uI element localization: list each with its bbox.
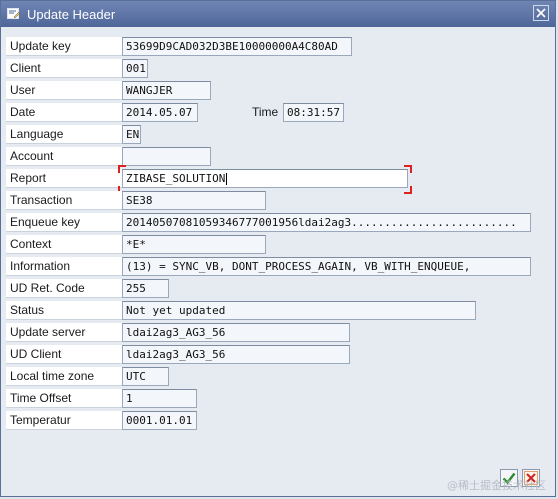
report-value: ZIBASE_SOLUTION — [126, 172, 226, 185]
label-account: Account — [6, 147, 123, 166]
label-ud-ret-code: UD Ret. Code — [6, 279, 123, 298]
label-report: Report — [6, 169, 123, 188]
information-field[interactable]: (13) = SYNC_VB, DONT_PROCESS_AGAIN, VB_W… — [122, 257, 531, 276]
label-update-server: Update server — [6, 323, 123, 342]
label-context: Context — [6, 235, 123, 254]
label-language: Language — [6, 125, 123, 144]
focus-corner-tl — [118, 165, 126, 173]
update-server-field[interactable]: ldai2ag3_AG3_56 — [122, 323, 350, 342]
window-title: Update Header — [27, 6, 116, 22]
time-field[interactable]: 08:31:57 — [283, 103, 344, 122]
date-field[interactable]: 2014.05.07 — [122, 103, 198, 122]
client-field[interactable]: 001 — [122, 59, 148, 78]
label-time: Time — [252, 105, 279, 119]
status-field[interactable]: Not yet updated — [122, 301, 476, 320]
enqueue-key-field[interactable]: 20140507081059346777001956ldai2ag3......… — [122, 213, 531, 232]
close-window-button[interactable] — [533, 5, 549, 21]
form-area: Update key 53699D9CAD032D3BE10000000A4C8… — [4, 29, 553, 469]
language-field[interactable]: EN — [122, 125, 141, 144]
ud-client-field[interactable]: ldai2ag3_AG3_56 — [122, 345, 350, 364]
label-status: Status — [6, 301, 123, 320]
label-enqueue-key: Enqueue key — [6, 213, 123, 232]
update-key-field[interactable]: 53699D9CAD032D3BE10000000A4C80AD — [122, 37, 352, 56]
label-client: Client — [6, 59, 123, 78]
account-field[interactable] — [122, 147, 211, 166]
text-cursor — [226, 173, 228, 185]
ud-ret-code-field[interactable]: 255 — [122, 279, 169, 298]
context-field[interactable]: *E* — [122, 235, 266, 254]
label-user: User — [6, 81, 123, 100]
dialog-footer: @稀土掘金技术社区 — [4, 467, 552, 495]
focus-corner-tr — [404, 165, 412, 173]
title-bar: Update Header — [1, 1, 555, 27]
temperatur-field[interactable]: 0001.01.01 — [122, 411, 197, 430]
watermark-text: @稀土掘金技术社区 — [447, 479, 546, 492]
edit-document-icon — [7, 8, 21, 20]
label-update-key: Update key — [6, 37, 123, 56]
label-temperatur: Temperatur — [6, 411, 123, 430]
user-field[interactable]: WANGJER — [122, 81, 211, 100]
local-time-zone-field[interactable]: UTC — [122, 367, 169, 386]
time-offset-field[interactable]: 1 — [122, 389, 197, 408]
label-local-time-zone: Local time zone — [6, 367, 123, 386]
label-date: Date — [6, 103, 123, 122]
label-time-offset: Time Offset — [6, 389, 123, 408]
label-ud-client: UD Client — [6, 345, 123, 364]
label-information: Information — [6, 257, 123, 276]
transaction-field[interactable]: SE38 — [122, 191, 266, 210]
focus-corner-br — [404, 186, 412, 194]
report-field[interactable]: ZIBASE_SOLUTION — [122, 169, 408, 188]
label-transaction: Transaction — [6, 191, 123, 210]
close-icon — [536, 8, 546, 18]
update-header-dialog: Update Header Update key 53699D9CAD032D3… — [0, 0, 556, 497]
